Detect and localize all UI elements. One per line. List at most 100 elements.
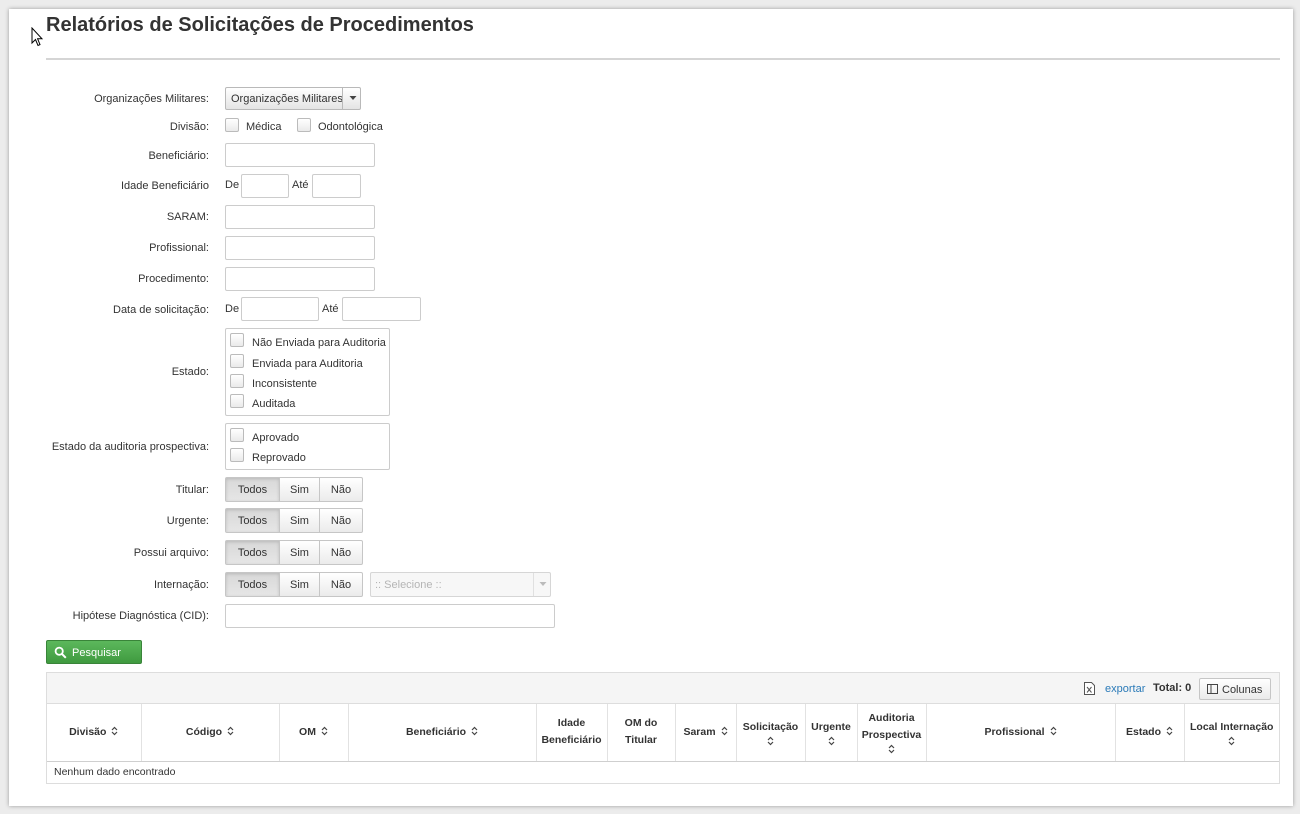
internacao-sim-button[interactable]: Sim	[279, 572, 320, 597]
internacao-local-select[interactable]: :: Selecione ::	[370, 572, 551, 597]
internacao-todos-button[interactable]: Todos	[225, 572, 280, 597]
estado-option-label: Inconsistente	[252, 378, 317, 390]
estado-option-label: Não Enviada para Auditoria	[252, 337, 386, 349]
sort-icon	[767, 736, 774, 746]
column-header-solicitacao[interactable]: Solicitação	[736, 704, 806, 762]
table-toolbar: exportar Total: 0 Colunas	[47, 673, 1279, 704]
results-grid: Divisão Código OM Beneficiário Idade Ben…	[47, 704, 1279, 783]
column-header-estado[interactable]: Estado	[1115, 704, 1185, 762]
sort-icon	[321, 726, 328, 736]
possui-arquivo-label: Possui arquivo:	[133, 547, 209, 559]
column-header-idade-beneficiario: Idade Beneficiário	[536, 704, 608, 762]
checkbox-aprovado[interactable]	[230, 428, 244, 442]
column-header-beneficiario[interactable]: Beneficiário	[348, 704, 537, 762]
procedimento-input[interactable]	[225, 267, 375, 291]
checkbox-reprovado[interactable]	[230, 448, 244, 462]
arquivo-todos-button[interactable]: Todos	[225, 540, 280, 565]
titular-label: Titular:	[175, 484, 209, 496]
pesquisar-label: Pesquisar	[72, 647, 121, 659]
idade-to-input[interactable]	[312, 174, 361, 198]
urgente-sim-button[interactable]: Sim	[279, 508, 320, 533]
cid-input[interactable]	[225, 604, 555, 628]
organizacoes-label: Organizações Militares:	[94, 93, 209, 105]
sort-icon	[1050, 726, 1056, 736]
titular-nao-button[interactable]: Não	[319, 477, 363, 502]
search-icon	[54, 646, 67, 659]
checkbox-odontologica-label: Odontológica	[318, 121, 383, 133]
checkbox-medica-label: Médica	[246, 121, 282, 133]
data-to-label: Até	[322, 303, 339, 315]
possui-arquivo-toggle-group: Todos Sim Não	[225, 540, 364, 565]
saram-label: SARAM:	[166, 211, 209, 223]
sort-icon	[1228, 736, 1235, 746]
saram-input[interactable]	[225, 205, 375, 229]
titular-sim-button[interactable]: Sim	[279, 477, 320, 502]
estado-auditoria-label: Estado da auditoria prospectiva:	[51, 441, 209, 453]
urgente-todos-button[interactable]: Todos	[225, 508, 280, 533]
column-header-codigo[interactable]: Código	[141, 704, 280, 762]
column-header-divisao[interactable]: Divisão	[47, 704, 142, 762]
estado-option-label: Auditada	[252, 398, 296, 410]
estado-option-label: Enviada para Auditoria	[252, 358, 363, 370]
titular-toggle-group: Todos Sim Não	[225, 477, 364, 502]
titular-todos-button[interactable]: Todos	[225, 477, 280, 502]
sort-icon	[828, 736, 834, 746]
idade-from-label: De	[225, 179, 240, 191]
organizacoes-dropdown[interactable]: Organizações Militares	[225, 87, 361, 110]
mouse-cursor-icon	[31, 27, 43, 47]
checkbox-enviada[interactable]	[230, 354, 244, 368]
internacao-label: Internação:	[153, 579, 209, 591]
sort-icon	[227, 726, 234, 736]
beneficiario-input[interactable]	[225, 143, 375, 167]
column-header-om-titular: OM do Titular	[607, 704, 676, 762]
table-row: Nenhum dado encontrado	[47, 761, 1279, 783]
total-count: Total: 0	[1153, 682, 1192, 694]
column-header-auditoria-prospectiva[interactable]: Auditoria Prospectiva	[857, 704, 927, 762]
urgente-toggle-group: Todos Sim Não	[225, 508, 364, 533]
checkbox-nao-enviada[interactable]	[230, 333, 244, 347]
urgente-label: Urgente:	[166, 515, 209, 527]
idade-to-label: Até	[292, 179, 309, 191]
arquivo-sim-button[interactable]: Sim	[279, 540, 320, 565]
results-table: exportar Total: 0 Colunas Divisão Código…	[46, 672, 1280, 784]
checkbox-auditada[interactable]	[230, 394, 244, 408]
checkbox-medica[interactable]	[225, 118, 239, 132]
checkbox-odontologica[interactable]	[297, 118, 311, 132]
sort-icon	[111, 726, 118, 736]
column-header-local-internacao[interactable]: Local Internação	[1184, 704, 1279, 762]
column-header-saram[interactable]: Saram	[675, 704, 737, 762]
profissional-label: Profissional:	[149, 242, 209, 254]
cid-label: Hipótese Diagnóstica (CID):	[72, 610, 209, 622]
data-from-input[interactable]	[241, 297, 319, 321]
organizacoes-selected: Organizações Militares	[231, 93, 343, 105]
colunas-button[interactable]: Colunas	[1199, 678, 1271, 700]
idade-label: Idade Beneficiário	[120, 180, 209, 192]
internacao-nao-button[interactable]: Não	[319, 572, 363, 597]
title-divider	[46, 58, 1280, 60]
excel-file-icon[interactable]	[1084, 682, 1095, 695]
column-header-om[interactable]: OM	[279, 704, 349, 762]
columns-icon	[1207, 684, 1218, 694]
procedimento-label: Procedimento:	[138, 273, 209, 285]
pesquisar-button[interactable]: Pesquisar	[46, 640, 142, 664]
idade-from-input[interactable]	[241, 174, 289, 198]
exportar-link[interactable]: exportar	[1105, 683, 1145, 695]
checkbox-inconsistente[interactable]	[230, 374, 244, 388]
auditoria-option-label: Aprovado	[252, 432, 300, 444]
auditoria-option-label: Reprovado	[252, 452, 306, 464]
profissional-input[interactable]	[225, 236, 375, 260]
divisao-label: Divisão:	[169, 121, 209, 133]
data-from-label: De	[225, 303, 240, 315]
internacao-toggle-group: Todos Sim Não	[225, 572, 364, 597]
column-header-profissional[interactable]: Profissional	[926, 704, 1116, 762]
data-to-input[interactable]	[342, 297, 421, 321]
arquivo-nao-button[interactable]: Não	[319, 540, 363, 565]
data-solicitacao-label: Data de solicitação:	[113, 304, 209, 316]
select-placeholder: :: Selecione ::	[375, 579, 442, 591]
column-header-urgente[interactable]: Urgente	[805, 704, 858, 762]
sort-icon	[471, 726, 478, 736]
dropdown-separator	[342, 88, 343, 109]
urgente-nao-button[interactable]: Não	[319, 508, 363, 533]
caret-down-icon	[349, 96, 357, 100]
sort-icon	[1166, 726, 1173, 736]
